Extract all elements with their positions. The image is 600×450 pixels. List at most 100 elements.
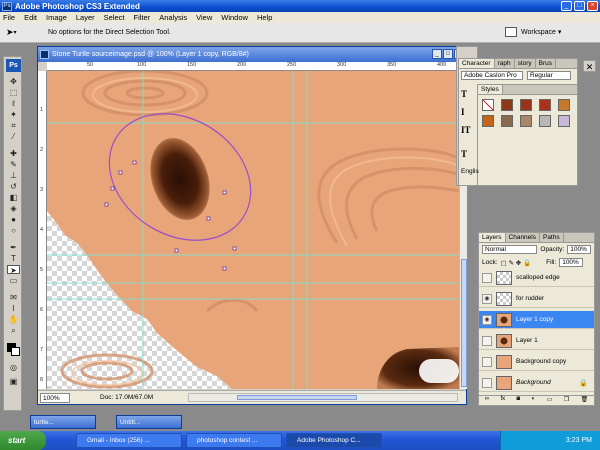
panel-collapse-icon[interactable]: ✕ bbox=[583, 60, 596, 72]
move-tool-icon[interactable]: ✥ bbox=[7, 77, 20, 86]
menu-analysis[interactable]: Analysis bbox=[159, 13, 187, 22]
link-layers-icon[interactable]: ∞ bbox=[485, 396, 489, 405]
magic-wand-icon[interactable]: ✦ bbox=[7, 110, 20, 119]
notes-tool-icon[interactable]: ✉ bbox=[7, 293, 20, 302]
workspace-menu[interactable]: Workspace ▾ bbox=[521, 28, 561, 36]
trash-icon[interactable]: 🗑 bbox=[581, 396, 589, 405]
horizontal-scrollbar[interactable] bbox=[188, 393, 458, 402]
quick-mask-icon[interactable]: ◎ bbox=[7, 363, 20, 372]
visibility-eye-icon[interactable] bbox=[482, 272, 492, 283]
zoom-tool-icon[interactable]: ⌕ bbox=[7, 326, 20, 335]
brush-tool-icon[interactable]: ✎ bbox=[7, 160, 20, 169]
eyedropper-icon[interactable]: ⁄ bbox=[7, 132, 20, 141]
tab-history[interactable]: story bbox=[515, 59, 536, 68]
blur-tool-icon[interactable]: ● bbox=[7, 215, 20, 224]
style-swatch[interactable] bbox=[501, 115, 513, 127]
tab-layers[interactable]: Layers bbox=[479, 233, 506, 242]
layer-row[interactable]: scalloped edge bbox=[479, 269, 594, 287]
tab-brushes[interactable]: Brus bbox=[536, 59, 557, 68]
start-button[interactable]: start bbox=[0, 431, 46, 450]
tab-styles[interactable]: Styles bbox=[478, 85, 503, 94]
shape-tool-icon[interactable]: ▭ bbox=[7, 276, 20, 285]
vertical-scroll-thumb[interactable] bbox=[461, 259, 467, 387]
visibility-eye-icon[interactable]: ◉ bbox=[482, 314, 492, 325]
visibility-eye-icon[interactable]: ◉ bbox=[482, 293, 492, 304]
minimized-doc-untitled[interactable]: Untitl... bbox=[116, 415, 182, 429]
opacity-field[interactable]: 100% bbox=[567, 245, 591, 254]
style-swatch[interactable] bbox=[482, 115, 494, 127]
clock[interactable]: 3:23 PM bbox=[566, 437, 592, 444]
style-swatch[interactable] bbox=[482, 99, 494, 111]
layer-style-icon[interactable]: fx bbox=[500, 396, 505, 405]
crop-tool-icon[interactable]: ⌗ bbox=[7, 121, 20, 130]
pen-tool-icon[interactable]: ✒ bbox=[7, 243, 20, 252]
task-photoshop[interactable]: Adobe Photoshop C... bbox=[286, 433, 382, 448]
dodge-tool-icon[interactable]: ○ bbox=[7, 226, 20, 235]
paint-bucket-icon[interactable]: ◈ bbox=[7, 204, 20, 213]
blend-mode-select[interactable]: Normal bbox=[482, 245, 538, 254]
visibility-eye-icon[interactable] bbox=[482, 356, 492, 367]
layer-row[interactable]: Background 🔒 bbox=[479, 374, 594, 392]
menu-filter[interactable]: Filter bbox=[134, 13, 151, 22]
close-button[interactable]: × bbox=[587, 1, 598, 11]
font-style-select[interactable]: Regular bbox=[527, 71, 571, 80]
menu-image[interactable]: Image bbox=[46, 13, 67, 22]
menu-window[interactable]: Window bbox=[221, 13, 248, 22]
doc-maximize-button[interactable]: □ bbox=[443, 49, 453, 59]
style-swatch[interactable] bbox=[520, 99, 532, 111]
task-gmail[interactable]: Gmail - Inbox (256) ... bbox=[76, 433, 182, 448]
font-family-select[interactable]: Adobe Caslon Pro bbox=[461, 71, 523, 80]
background-color-swatch[interactable] bbox=[11, 347, 20, 356]
layer-row[interactable]: Layer 1 bbox=[479, 332, 594, 350]
style-swatch[interactable] bbox=[558, 115, 570, 127]
add-mask-icon[interactable]: ◙ bbox=[517, 396, 521, 405]
tab-character[interactable]: Character bbox=[459, 59, 495, 68]
maximize-button[interactable]: □ bbox=[574, 1, 585, 11]
layer-row[interactable]: Background copy bbox=[479, 353, 594, 371]
zoom-field[interactable]: 100% bbox=[40, 392, 70, 403]
layer-row[interactable]: ◉ Layer 1 copy bbox=[479, 311, 594, 329]
style-swatch[interactable] bbox=[520, 115, 532, 127]
direct-selection-tool-icon[interactable]: ➤ bbox=[7, 265, 20, 275]
horizontal-scroll-thumb[interactable] bbox=[237, 395, 357, 400]
menu-layer[interactable]: Layer bbox=[76, 13, 95, 22]
style-swatch[interactable] bbox=[558, 99, 570, 111]
type-tool-icon[interactable]: T bbox=[7, 254, 20, 263]
lock-icons[interactable]: ▢ ✎ ✥ 🔒 bbox=[501, 259, 532, 267]
adjustment-layer-icon[interactable]: ◐ bbox=[532, 396, 536, 405]
language-select[interactable]: Englis bbox=[461, 168, 479, 175]
menu-select[interactable]: Select bbox=[104, 13, 125, 22]
image-canvas[interactable] bbox=[47, 71, 459, 389]
menu-help[interactable]: Help bbox=[257, 13, 272, 22]
task-photoshop-contest[interactable]: photoshop contest ... bbox=[186, 433, 282, 448]
screen-mode-icon[interactable]: ▣ bbox=[7, 377, 20, 386]
doc-size-info[interactable]: Doc: 17.0M/67.0M bbox=[100, 394, 153, 401]
workspace-icon[interactable] bbox=[505, 27, 517, 37]
history-brush-icon[interactable]: ↺ bbox=[7, 182, 20, 191]
new-group-icon[interactable]: ▭ bbox=[547, 396, 553, 405]
style-swatch[interactable] bbox=[539, 115, 551, 127]
eyedropper-tool-icon[interactable]: ⌇ bbox=[7, 304, 20, 313]
tab-paths[interactable]: Paths bbox=[540, 233, 564, 242]
visibility-eye-icon[interactable] bbox=[482, 377, 492, 388]
tool-preset-picker[interactable]: ➤ ▾ bbox=[6, 25, 32, 41]
style-swatch[interactable] bbox=[501, 99, 513, 111]
hand-tool-icon[interactable]: ✋ bbox=[7, 315, 20, 324]
new-layer-icon[interactable]: ❐ bbox=[564, 396, 569, 405]
fill-field[interactable]: 100% bbox=[559, 258, 584, 267]
tab-paragraph[interactable]: raph bbox=[495, 59, 515, 68]
style-swatch[interactable] bbox=[539, 99, 551, 111]
menu-edit[interactable]: Edit bbox=[24, 13, 37, 22]
minimized-doc-turtle[interactable]: turtle... bbox=[30, 415, 96, 429]
eraser-icon[interactable]: ◧ bbox=[7, 193, 20, 202]
marquee-tool-icon[interactable]: ⬚ bbox=[7, 88, 20, 97]
lasso-tool-icon[interactable]: ℓ bbox=[7, 99, 20, 108]
visibility-eye-icon[interactable] bbox=[482, 335, 492, 346]
tab-channels[interactable]: Channels bbox=[506, 233, 540, 242]
doc-minimize-button[interactable]: _ bbox=[432, 49, 442, 59]
clone-stamp-icon[interactable]: ⊥ bbox=[7, 171, 20, 180]
healing-brush-icon[interactable]: ✚ bbox=[7, 149, 20, 158]
layer-row[interactable]: ◉ for rudder bbox=[479, 290, 594, 308]
minimize-button[interactable]: _ bbox=[561, 1, 572, 11]
menu-file[interactable]: File bbox=[3, 13, 15, 22]
